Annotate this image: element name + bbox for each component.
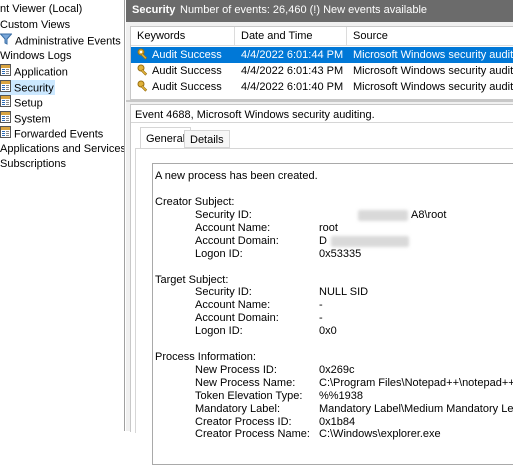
field-value: %%1938 [319, 389, 364, 402]
column-header-date-time[interactable]: Date and Time [235, 27, 347, 46]
log-icon [0, 95, 11, 112]
key-icon [137, 80, 149, 92]
tree-item-label: Subscriptions [0, 158, 67, 170]
field-label: Logon ID: [195, 247, 243, 260]
redacted-area [358, 209, 408, 221]
tree-item-subscriptions[interactable]: Subscriptions [0, 157, 66, 172]
log-icon [0, 64, 11, 81]
source-cell: Microsoft Windows security auditing. [353, 81, 513, 93]
tree-item-label: Application [14, 66, 68, 79]
field-value: 0x53335 [319, 247, 362, 260]
date-time-cell: 4/4/2022 6:01:40 PM [241, 81, 344, 93]
column-header-keywords[interactable]: Keywords [131, 27, 235, 46]
field-label: Account Name: [195, 221, 271, 234]
tree-item-applications-and-services-l[interactable]: Applications and Services l [0, 142, 124, 157]
event-row[interactable]: Audit Success 4/4/2022 6:01:40 PM Microsof… [131, 79, 513, 95]
field-value: 0x1b84 [319, 415, 356, 428]
event-description-box[interactable]: A new process has been created. Creator S… [152, 163, 513, 465]
tree-item-label: Administrative Events [15, 35, 121, 48]
field-value: D [319, 234, 327, 247]
field-label: New Process Name: [195, 376, 296, 389]
log-title: Security [132, 4, 176, 16]
events-grid[interactable]: Keywords Date and Time Source Audit Succ… [130, 26, 513, 100]
field-label: Logon ID: [195, 325, 243, 338]
tree-item-label: System [14, 112, 51, 125]
tree-item-label: Security [14, 81, 54, 94]
keyword-cell: Audit Success [137, 63, 235, 79]
pane-splitter[interactable] [124, 0, 125, 431]
field-label: Account Name: [195, 299, 271, 312]
tree-item-setup[interactable]: Setup [0, 95, 43, 110]
field-value: C:\Windows\explorer.exe [319, 428, 441, 441]
field-label: New Process ID: [195, 363, 277, 376]
keyword-text: Audit Success [152, 49, 222, 61]
date-time-cell: 4/4/2022 6:01:43 PM [241, 65, 344, 77]
field-value: - [319, 312, 323, 325]
general-tab-panel: A new process has been created. Creator S… [135, 148, 513, 465]
tree-item-label: Windows Logs [0, 49, 72, 62]
tree-item-administrative-events[interactable]: Administrative Events [0, 33, 121, 48]
field-value: root [319, 221, 338, 234]
field-label: Security ID: [195, 208, 252, 221]
event-intro: A new process has been created. [155, 170, 318, 182]
tree-item-label: Custom Views [0, 18, 71, 31]
source-cell: Microsoft Windows security auditing. [353, 65, 513, 77]
filter-icon [0, 33, 13, 50]
divider [131, 122, 513, 123]
event-count-info: Number of events: 26,460 (!) New events … [180, 4, 428, 16]
field-label: Token Elevation Type: [195, 389, 303, 402]
field-value: 0x0 [319, 325, 337, 338]
keyword-cell: Audit Success [137, 79, 235, 95]
field-value: 0x269c [319, 363, 355, 376]
tree-item-security[interactable]: Security [0, 79, 55, 97]
search-key-icon [137, 48, 149, 60]
keyword-cell: Audit Success [137, 47, 235, 63]
date-time-cell: 4/4/2022 6:01:44 PM [241, 49, 344, 61]
log-header: Security Number of events: 26,460 (!) Ne… [126, 0, 513, 22]
tab-details[interactable]: Details [184, 130, 230, 148]
tree-item-custom-views[interactable]: Custom Views [0, 18, 70, 33]
field-label: Creator Process Name: [195, 428, 310, 441]
tree-item-system[interactable]: System [0, 110, 51, 128]
field-value: Mandatory Label\Medium Mandatory Level [319, 402, 513, 415]
tree-item-label: Applications and Services l [0, 142, 124, 155]
field-value: A8\root [411, 208, 447, 221]
event-row[interactable]: Audit Success 4/4/2022 6:01:44 PM Microsof… [131, 47, 513, 63]
event-title: Event 4688, Microsoft Windows security a… [135, 109, 375, 121]
field-value: C:\Program Files\Notepad++\notepad++.exe [319, 376, 513, 389]
field-label: Security ID: [195, 286, 252, 299]
event-detail-pane: Event 4688, Microsoft Windows security a… [130, 104, 513, 465]
section-heading: Creator Subject: [155, 196, 235, 208]
section-heading: Process Information: [155, 351, 256, 363]
field-value: NULL SID [319, 286, 369, 299]
event-row[interactable]: Audit Success 4/4/2022 6:01:43 PM Microsof… [131, 63, 513, 79]
field-label: Creator Process ID: [195, 415, 292, 428]
key-icon [137, 64, 149, 76]
field-label: Account Domain: [195, 234, 279, 247]
column-header-source[interactable]: Source [347, 27, 513, 46]
tree-item-label: Forwarded Events [14, 128, 104, 141]
tree-item-label: nt Viewer (Local) [0, 3, 83, 15]
keyword-text: Audit Success [152, 81, 222, 93]
pane-divider[interactable] [126, 100, 513, 102]
log-view-pane: Security Number of events: 26,460 (!) Ne… [126, 0, 513, 465]
navigation-tree: nt Viewer (Local) Custom Views Administrat… [0, 0, 124, 431]
log-icon [0, 126, 11, 143]
source-cell: Microsoft Windows security auditing. [353, 49, 513, 61]
redacted-area [331, 235, 409, 247]
tree-item-application[interactable]: Application [0, 64, 68, 79]
log-icon [0, 79, 11, 97]
log-icon [0, 110, 11, 128]
tree-item-forwarded-events[interactable]: Forwarded Events [0, 126, 103, 141]
tree-item-nt-viewer-local[interactable]: nt Viewer (Local) [0, 2, 82, 17]
section-heading: Target Subject: [155, 273, 229, 286]
keyword-text: Audit Success [152, 65, 222, 77]
tree-item-windows-logs[interactable]: Windows Logs [0, 49, 72, 64]
field-label: Mandatory Label: [195, 402, 280, 415]
field-value: - [319, 299, 323, 312]
field-label: Account Domain: [195, 312, 279, 325]
tree-item-label: Setup [14, 97, 43, 110]
